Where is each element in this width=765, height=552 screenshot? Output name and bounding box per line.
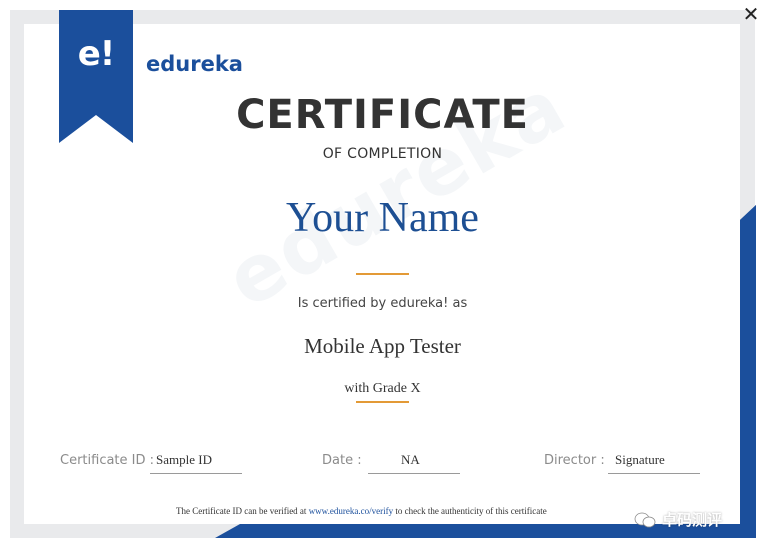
logo-mark: e! [77,34,116,74]
certified-by-text: Is certified by edureka! as [297,296,468,311]
wechat-icon [634,512,656,527]
verification-suffix: to check the authenticity of this certif… [395,506,547,516]
verification-note: The Certificate ID can be verified at ww… [176,506,547,516]
grade-underline [356,401,409,403]
date-line [368,473,460,474]
verify-link[interactable]: www.edureka.co/verify [309,506,393,516]
certificate-id-line [150,473,242,474]
wechat-watermark: 卓码测评 [634,509,722,530]
certificate-id-label: Certificate ID : [60,453,155,468]
name-underline [356,273,409,275]
date-value: NA [401,452,420,467]
director-line [608,473,700,474]
close-icon[interactable]: ✕ [741,4,761,26]
grade-text: with Grade X [344,381,421,396]
wechat-text: 卓码测评 [662,511,723,529]
verification-prefix: The Certificate ID can be verified at [176,506,307,516]
certificate-id-value: Sample ID [156,452,212,467]
director-label: Director : [544,453,605,468]
certificate-title: CERTIFICATE [236,92,529,138]
recipient-name: Your Name [286,195,479,241]
brand-name: edureka [146,52,243,76]
course-title: Mobile App Tester [304,334,461,358]
certificate-subtitle: OF COMPLETION [322,146,443,162]
director-value: Signature [615,452,665,467]
date-label: Date : [322,453,362,468]
